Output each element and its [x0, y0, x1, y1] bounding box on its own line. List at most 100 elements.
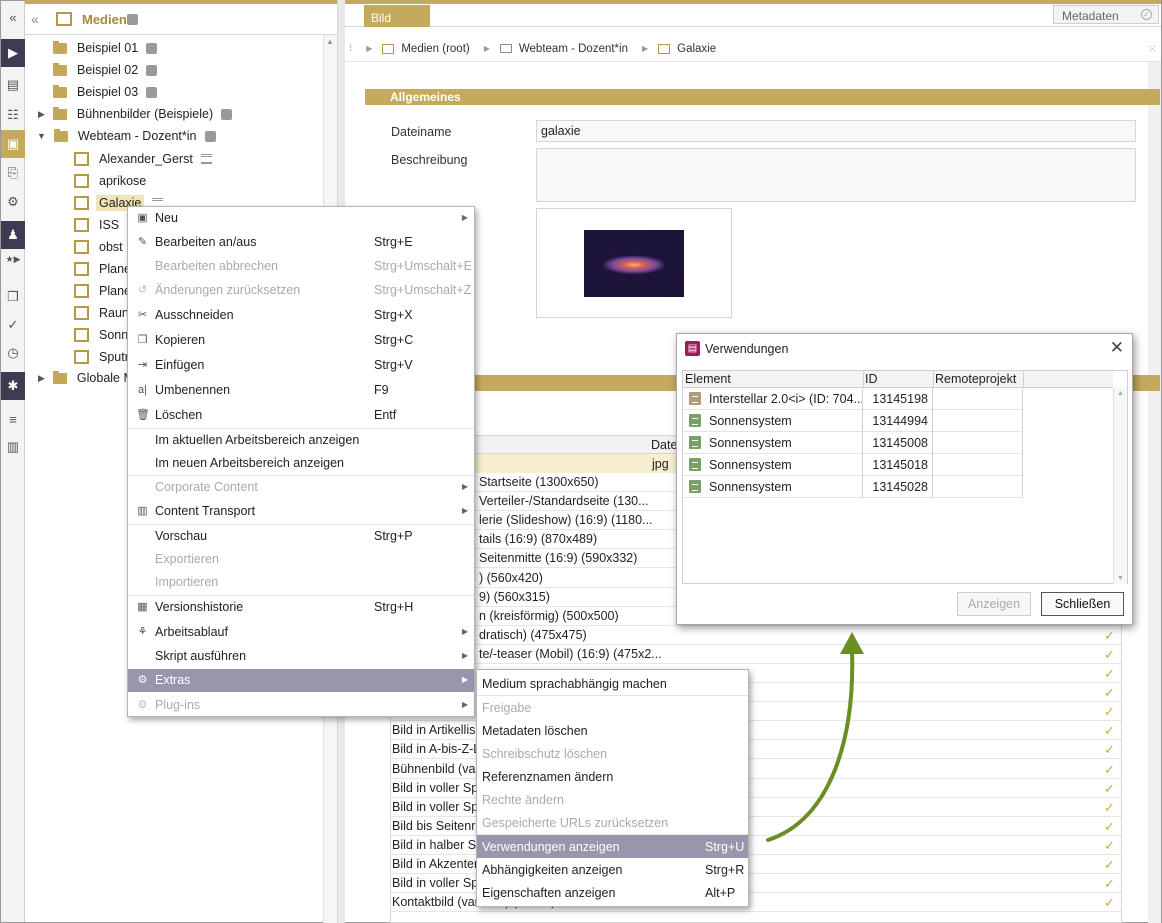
data-sources-icon[interactable]: ⎘ — [1, 159, 25, 187]
play-icon[interactable]: ▶ — [1, 39, 25, 67]
filename-input[interactable]: galaxie — [536, 120, 1136, 142]
puzzle-icon[interactable]: ✱ — [1, 372, 25, 400]
grid-row[interactable]: Sonnensystem 13144994 — [683, 410, 1023, 432]
tree-node[interactable]: Beispiel 02 — [53, 60, 158, 80]
submenu-item[interactable]: Metadaten löschen — [477, 719, 748, 742]
grid-row[interactable]: Interstellar 2.0<i> (ID: 704... 13145198 — [683, 388, 1023, 410]
media-store-icon[interactable]: ▣ — [1, 130, 25, 158]
close-button[interactable]: Schließen — [1041, 592, 1124, 616]
metadata-button[interactable]: Metadaten ✓ — [1053, 5, 1159, 24]
collapse-icon[interactable]: « — [1, 3, 25, 31]
grid-icon[interactable]: ⁙ — [1148, 44, 1156, 55]
grid-row[interactable]: Sonnensystem 13145008 — [683, 432, 1023, 454]
menu-item[interactable]: ▦ Versionshistorie Strg+H — [128, 596, 474, 619]
tree-node[interactable]: Beispiel 01 — [53, 38, 158, 58]
image-preview[interactable] — [536, 208, 732, 318]
grid-cell-element: Sonnensystem — [683, 476, 863, 498]
submenu-item[interactable]: Verwendungen anzeigen Strg+U — [477, 835, 748, 858]
menu-item[interactable]: 🗑 Löschen Entf — [128, 404, 474, 427]
templates-icon[interactable]: ⚙ — [1, 188, 25, 216]
tree-node[interactable]: Plane — [74, 259, 131, 279]
table-row[interactable]: dratisch) (475x475) — [391, 626, 1121, 645]
tree-node[interactable]: ISS — [74, 215, 119, 235]
bookmark-arrows-icon[interactable]: ★▶ — [1, 249, 25, 269]
show-button[interactable]: Anzeigen — [957, 592, 1031, 616]
menu-item[interactable]: ↺ Änderungen zurücksetzen Strg+Umschalt+Z — [128, 279, 474, 302]
grip-icon[interactable]: ⁝ — [349, 43, 352, 54]
tree-node[interactable]: ▶ Globale M — [38, 368, 134, 388]
grid-row[interactable]: Sonnensystem 13145028 — [683, 476, 1023, 498]
menu-item[interactable]: ▥ Content Transport ▶ — [128, 500, 474, 523]
clipboard-icon[interactable]: ❐ — [1, 283, 25, 311]
submenu-item-label: Abhängigkeiten anzeigen — [482, 863, 623, 877]
tree-node[interactable]: ▶ Bühnenbilder (Beispiele) — [38, 104, 233, 124]
menu-item[interactable]: ⚙ Extras ▶ — [128, 669, 474, 692]
suitcase-icon[interactable]: ▥ — [1, 433, 25, 461]
menu-item[interactable]: Im neuen Arbeitsbereich anzeigen — [128, 452, 474, 475]
description-input[interactable] — [536, 148, 1136, 202]
tree-node[interactable]: obst — [74, 237, 123, 257]
menu-item-shortcut: Strg+H — [374, 600, 414, 614]
clock-icon[interactable]: ◷ — [1, 339, 25, 367]
menu-item[interactable]: Vorschau Strg+P — [128, 525, 474, 548]
column-header-element[interactable]: Element — [685, 372, 731, 386]
submenu-item[interactable]: Schreibschutz löschen — [477, 742, 748, 765]
close-icon[interactable]: ✕ — [1110, 338, 1124, 358]
menu-item[interactable]: ▣ Neu ▶ — [128, 207, 474, 230]
grid-row[interactable]: Sonnensystem 13145018 — [683, 454, 1023, 476]
submenu-item-shortcut: Strg+U — [705, 840, 745, 854]
expand-icon[interactable]: ▶ — [38, 109, 45, 120]
column-header-remote[interactable]: Remoteprojekt — [935, 372, 1016, 386]
menu-item-label: Arbeitsablauf — [155, 625, 228, 639]
tree-node[interactable]: Sonn — [74, 325, 128, 345]
check-icon: ✓ — [1104, 723, 1115, 739]
folder-icon — [52, 106, 67, 120]
collapse-icon[interactable]: ▼ — [37, 131, 46, 141]
menu-item[interactable]: Skript ausführen ▶ — [128, 645, 474, 668]
column-header-id[interactable]: ID — [865, 372, 878, 386]
tree-node[interactable]: Sputr — [74, 347, 129, 367]
tree-node[interactable]: Raun — [74, 303, 129, 323]
tab-bild[interactable]: Bild — [364, 5, 430, 27]
grid-scrollbar[interactable]: ▲ ▼ — [1113, 388, 1127, 584]
tree-node[interactable]: Plane — [74, 281, 131, 301]
collapse-tree-icon[interactable]: « — [31, 11, 39, 27]
expand-icon[interactable]: ▶ — [38, 373, 45, 384]
submenu-item[interactable]: Freigabe — [477, 696, 748, 719]
menu-item[interactable]: a| Umbenennen F9 — [128, 379, 474, 402]
tree-node[interactable]: Beispiel 03 — [53, 82, 158, 102]
section-header[interactable]: Allgemeines — [365, 89, 1160, 105]
submenu-item[interactable]: Eigenschaften anzeigen Alt+P — [477, 881, 748, 904]
menu-item-label: Löschen — [155, 408, 203, 422]
tree-node[interactable]: aprikose — [74, 171, 146, 191]
submenu-item[interactable]: Medium sprachabhängig machen — [477, 672, 748, 695]
site-structure-icon[interactable]: ☷ — [1, 101, 25, 129]
menu-item[interactable]: ✎ Bearbeiten an/aus Strg+E — [128, 231, 474, 254]
menu-item[interactable]: ⇥ Einfügen Strg+V — [128, 354, 474, 377]
breadcrumb-item[interactable]: Webteam - Dozent*in — [519, 43, 628, 55]
submenu-item[interactable]: Gespeicherte URLs zurücksetzen — [477, 811, 748, 834]
menu-item[interactable]: ⚙ Plug-ins ▶ — [128, 694, 474, 717]
main-scrollbar[interactable] — [1148, 62, 1161, 923]
feed-icon[interactable]: ≡ — [1, 405, 25, 433]
menu-item[interactable]: Exportieren — [128, 548, 474, 571]
menu-item[interactable]: ✂ Ausschneiden Strg+X — [128, 304, 474, 327]
submenu-item[interactable]: Referenznamen ändern — [477, 765, 748, 788]
users-icon[interactable]: ♟ — [1, 221, 25, 249]
breadcrumb-item[interactable]: Medien (root) — [401, 43, 469, 55]
menu-item[interactable]: Importieren — [128, 571, 474, 594]
breadcrumb-item[interactable]: Galaxie — [677, 43, 716, 55]
table-row[interactable]: te/-teaser (Mobil) (16:9) (475x2... — [391, 645, 1121, 664]
menu-item[interactable]: Im aktuellen Arbeitsbereich anzeigen — [128, 429, 474, 452]
submenu-item[interactable]: Abhängigkeiten anzeigen Strg+R — [477, 858, 748, 881]
tree-node[interactable]: Alexander_Gerst — [74, 149, 212, 169]
menu-item[interactable]: ❐ Kopieren Strg+C — [128, 329, 474, 352]
menu-item[interactable]: Corporate Content ▶ — [128, 476, 474, 499]
checkmark-icon[interactable]: ✓ — [1, 311, 25, 339]
pages-icon[interactable]: ▤ — [1, 71, 25, 99]
menu-item[interactable]: ⚘ Arbeitsablauf ▶ — [128, 621, 474, 644]
tree-node[interactable]: ▼ Webteam - Dozent*in — [37, 126, 216, 146]
menu-item[interactable]: Bearbeiten abbrechen Strg+Umschalt+E — [128, 255, 474, 278]
paste-icon: ⇥ — [137, 359, 148, 371]
submenu-item[interactable]: Rechte ändern — [477, 788, 748, 811]
